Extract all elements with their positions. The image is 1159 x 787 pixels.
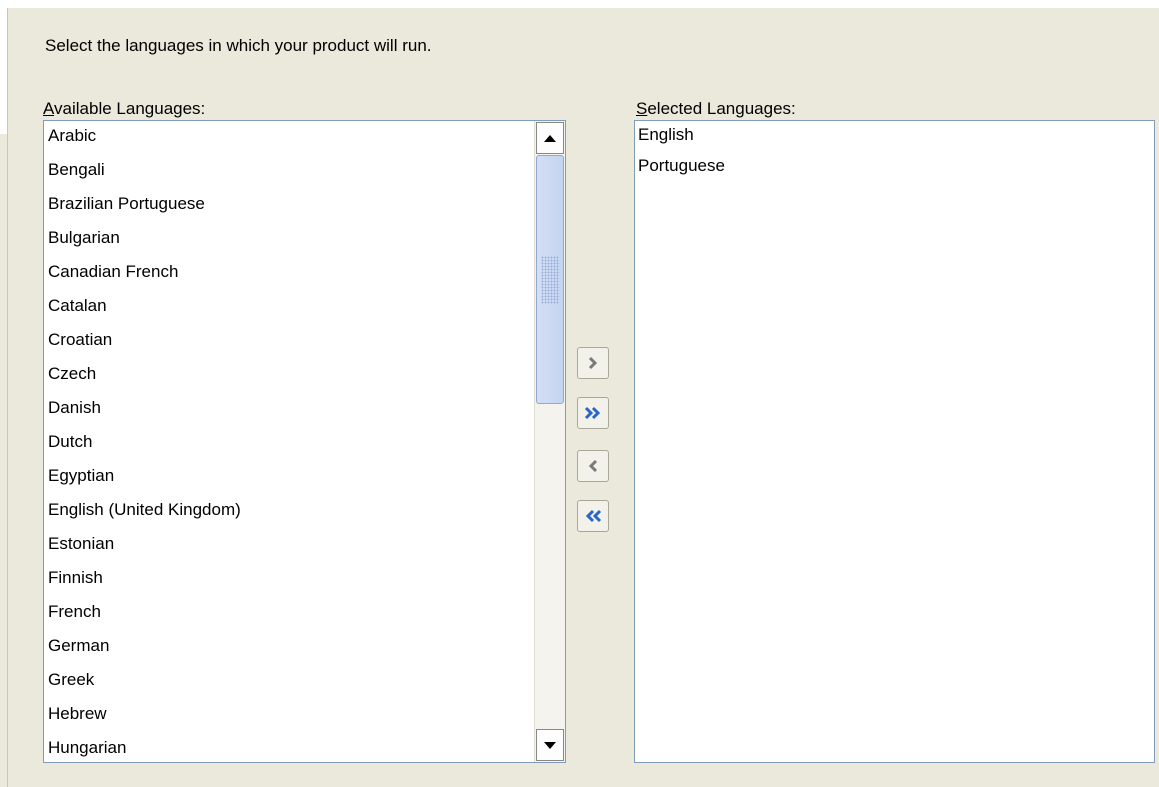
list-item[interactable]: Catalan	[44, 289, 241, 323]
left-divider	[7, 8, 8, 787]
list-item[interactable]: French	[44, 595, 241, 629]
list-item[interactable]: Hebrew	[44, 697, 241, 731]
list-item[interactable]: Portuguese	[635, 149, 725, 183]
arrow-up-icon	[544, 134, 556, 142]
available-label-text: vailable Languages:	[54, 99, 206, 118]
list-item[interactable]: English	[635, 123, 725, 149]
list-item[interactable]: Croatian	[44, 323, 241, 357]
selected-mnemonic: S	[636, 99, 648, 118]
double-chevron-left-icon	[585, 509, 602, 523]
list-item[interactable]: Greek	[44, 663, 241, 697]
list-item[interactable]: Canadian French	[44, 255, 241, 289]
double-chevron-right-icon	[584, 406, 601, 420]
list-item[interactable]: German	[44, 629, 241, 663]
list-item[interactable]: Estonian	[44, 527, 241, 561]
list-item[interactable]: Hungarian	[44, 731, 241, 762]
list-item[interactable]: Danish	[44, 391, 241, 425]
available-languages-label: Available Languages:	[43, 99, 205, 119]
move-button[interactable]	[577, 347, 609, 379]
move-all-button[interactable]	[577, 397, 609, 429]
selected-label-text: elected Languages:	[647, 99, 796, 118]
list-item[interactable]: Brazilian Portuguese	[44, 187, 241, 221]
instruction-text: Select the languages in which your produ…	[45, 36, 432, 55]
scroll-up-button[interactable]	[536, 122, 564, 154]
list-item[interactable]: English (United Kingdom)	[44, 493, 241, 527]
list-item[interactable]: Egyptian	[44, 459, 241, 493]
remove-all-button[interactable]	[577, 500, 609, 532]
list-item[interactable]: Czech	[44, 357, 241, 391]
selected-languages-label: Selected Languages:	[636, 99, 796, 119]
left-edge	[0, 8, 7, 134]
list-item[interactable]: Bengali	[44, 153, 241, 187]
list-item[interactable]: Finnish	[44, 561, 241, 595]
list-item[interactable]: Bulgarian	[44, 221, 241, 255]
grip-icon	[541, 256, 559, 304]
available-mnemonic: A	[43, 99, 55, 118]
list-item[interactable]: Arabic	[44, 123, 241, 153]
list-item[interactable]: Dutch	[44, 425, 241, 459]
available-list-scrollbar[interactable]	[534, 121, 565, 762]
chevron-left-icon	[588, 459, 598, 473]
top-edge	[0, 0, 1159, 8]
selected-languages-list[interactable]: English Portuguese	[634, 120, 1155, 763]
scrollbar-thumb[interactable]	[536, 155, 564, 404]
remove-button[interactable]	[577, 450, 609, 482]
arrow-down-icon	[544, 741, 556, 749]
chevron-right-icon	[588, 356, 598, 370]
available-languages-list[interactable]: Arabic Bengali Brazilian Portuguese Bulg…	[43, 120, 566, 763]
scroll-down-button[interactable]	[536, 729, 564, 761]
